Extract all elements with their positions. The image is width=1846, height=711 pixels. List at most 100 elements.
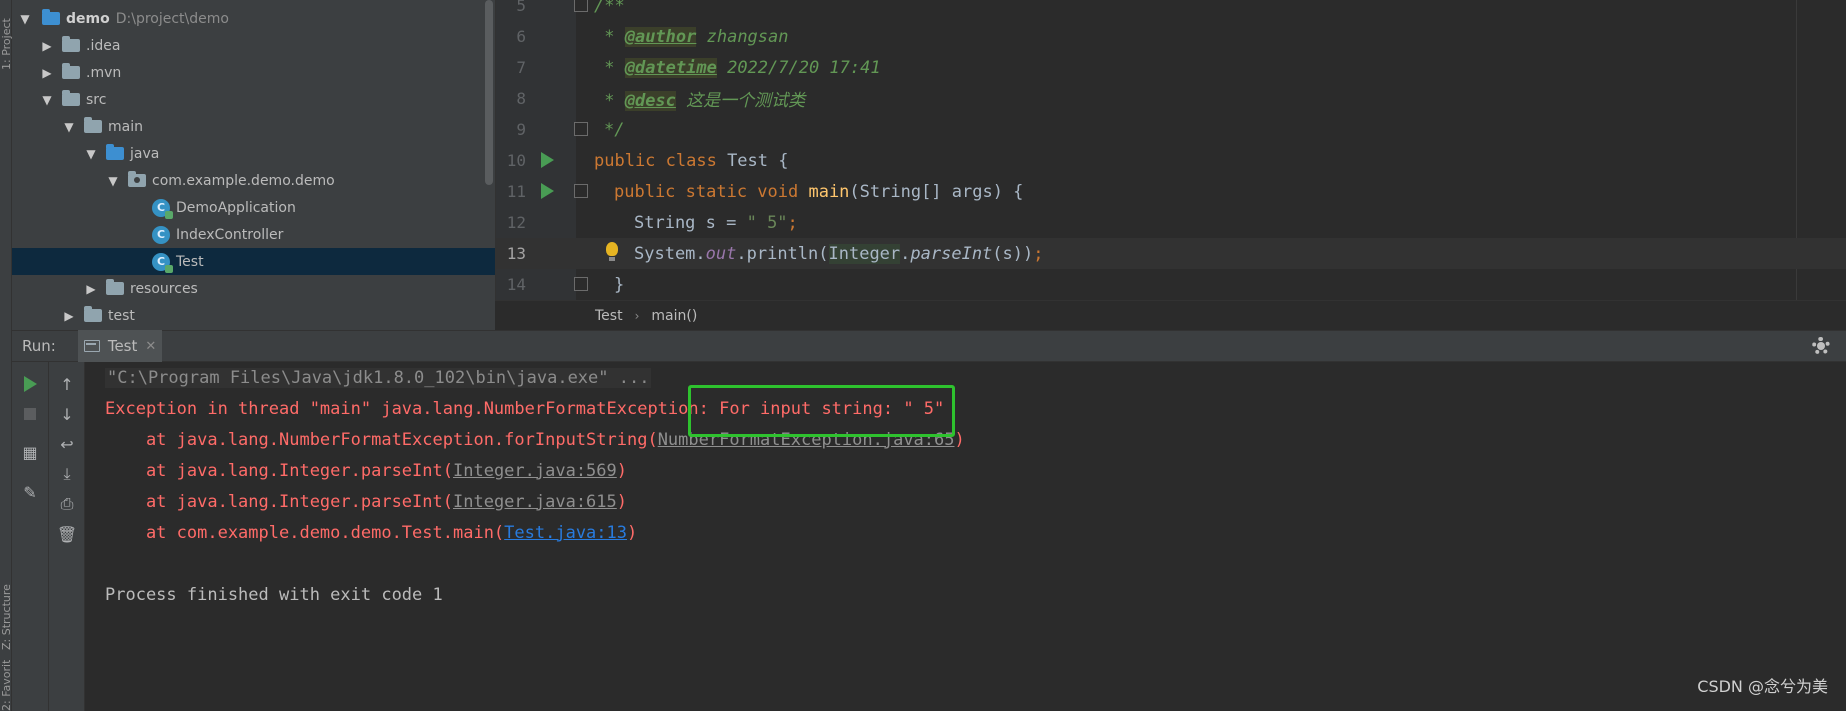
code-line-12[interactable]: 12 String s = " 5";: [496, 207, 1846, 238]
chevron-right-icon[interactable]: ▶: [40, 66, 54, 80]
gear-icon[interactable]: [1812, 337, 1830, 355]
rerun-button[interactable]: [20, 374, 40, 394]
fold-marker-icon[interactable]: [574, 184, 588, 198]
chevron-right-icon[interactable]: ▶: [84, 282, 98, 296]
chevron-down-icon[interactable]: ▼: [18, 12, 32, 26]
command-text[interactable]: "C:\Program Files\Java\jdk1.8.0_102\bin\…: [105, 367, 652, 388]
tree-scrollbar[interactable]: [485, 0, 493, 185]
chevron-down-icon[interactable]: ▼: [84, 147, 98, 161]
stop-icon: [24, 408, 36, 420]
tree-item-main[interactable]: ▼ main: [12, 113, 495, 140]
keyword: public static void: [614, 181, 809, 202]
tree-item-resources[interactable]: ▶ resources: [12, 275, 495, 302]
chevron-down-icon[interactable]: ▼: [106, 174, 120, 188]
console-line-trace: at java.lang.Integer.parseInt(Integer.ja…: [105, 455, 627, 486]
code-line-11[interactable]: 11 public static void main(String[] args…: [496, 176, 1846, 207]
javadoc-text: zhangsan: [696, 26, 789, 47]
tree-item-label: .idea: [86, 37, 121, 54]
semicolon: ;: [787, 212, 798, 233]
tree-item-mvn[interactable]: ▶ .mvn: [12, 59, 495, 86]
trace-text: ): [616, 460, 628, 481]
tree-item-package[interactable]: ▼ com.example.demo.demo: [12, 167, 495, 194]
code-line-9[interactable]: 9 */: [496, 114, 1846, 145]
tree-item-label: Test: [176, 253, 204, 270]
javadoc-tag: @datetime: [624, 57, 717, 78]
folder-icon: [84, 306, 102, 322]
class-icon: C: [152, 225, 170, 244]
print-button[interactable]: ⎙: [57, 494, 77, 514]
code-text: {: [768, 150, 789, 171]
tree-root-path: D:\project\demo: [115, 10, 229, 27]
code-text: }: [614, 274, 625, 295]
fold-marker-icon[interactable]: [574, 122, 588, 136]
close-icon[interactable]: ✕: [145, 339, 156, 354]
chevron-down-icon[interactable]: ▼: [62, 120, 76, 134]
trace-link[interactable]: Integer.java:569: [453, 461, 617, 481]
tree-root-label: demo: [66, 10, 110, 27]
project-tree: ▼ demo D:\project\demo ▶ .idea ▶ .mvn ▼ …: [12, 0, 495, 330]
tree-item-test-folder[interactable]: ▶ test: [12, 302, 495, 329]
fold-marker-icon[interactable]: [574, 0, 588, 12]
breadcrumb-item-method[interactable]: main(): [651, 308, 697, 324]
favorites-tool-label[interactable]: 2: Favorites: [0, 660, 12, 711]
tree-item-index-controller[interactable]: C IndexController: [12, 221, 495, 248]
clear-all-button[interactable]: 🗑: [57, 524, 77, 544]
tree-item-test[interactable]: C Test: [12, 248, 495, 275]
breadcrumb-item-class[interactable]: Test: [595, 308, 623, 324]
tree-item-idea[interactable]: ▶ .idea: [12, 32, 495, 59]
tree-item-src[interactable]: ▼ src: [12, 86, 495, 113]
tree-item-demo-application[interactable]: C DemoApplication: [12, 194, 495, 221]
down-stack-button[interactable]: ↓: [57, 404, 77, 424]
tree-item-label: com.example.demo.demo: [152, 172, 335, 189]
doc-prefix: *: [594, 57, 625, 78]
chevron-right-icon[interactable]: ▶: [40, 39, 54, 53]
run-tab-test[interactable]: Test ✕: [77, 330, 163, 362]
code-editor[interactable]: 5 /** 6 * @author zhangsan 7 * @datetime…: [495, 0, 1846, 300]
code-line-7[interactable]: 7 * @datetime 2022/7/20 17:41: [496, 52, 1846, 83]
chevron-right-icon[interactable]: ▶: [62, 309, 76, 323]
tree-item-label: src: [86, 91, 107, 108]
code-line-6[interactable]: 6 * @author zhangsan: [496, 21, 1846, 52]
structure-tool-label[interactable]: Z: Structure: [0, 560, 12, 650]
trace-text: ): [627, 522, 638, 543]
trace-link[interactable]: Test.java:13: [504, 523, 627, 543]
trace-link[interactable]: Integer.java:615: [453, 492, 617, 512]
fold-marker-icon[interactable]: [574, 277, 588, 291]
trace-text: at java.lang.Integer.parseInt(: [105, 491, 453, 512]
run-gutter-icon[interactable]: [541, 183, 554, 199]
tree-root[interactable]: ▼ demo D:\project\demo: [12, 5, 495, 32]
folder-icon: [62, 36, 80, 52]
up-stack-button[interactable]: ↑: [57, 374, 77, 394]
line-number: 13: [506, 244, 526, 263]
project-tool-label[interactable]: 1: Project: [0, 0, 12, 70]
chevron-down-icon[interactable]: ▼: [40, 93, 54, 107]
code-line-5[interactable]: 5 /**: [496, 0, 1846, 21]
code-line-10[interactable]: 10 public class Test {: [496, 145, 1846, 176]
pin-tab-button[interactable]: ✎: [20, 482, 40, 502]
code-line-14[interactable]: 14 }: [496, 269, 1846, 300]
code-line-8[interactable]: 8 * @desc 这是一个测试类: [496, 83, 1846, 114]
string-literal: " 5": [746, 212, 788, 233]
line-number: 10: [506, 151, 526, 170]
folder-icon: [62, 63, 80, 79]
trace-text: at java.lang.Integer.parseInt(: [105, 460, 453, 481]
console-output[interactable]: "C:\Program Files\Java\jdk1.8.0_102\bin\…: [85, 362, 1846, 711]
tree-item-label: .mvn: [86, 64, 122, 81]
stop-button[interactable]: [20, 404, 40, 424]
run-gutter-icon[interactable]: [541, 152, 554, 168]
lightbulb-icon[interactable]: [606, 242, 618, 261]
code-line-13[interactable]: 13 System.out.println(Integer.parseInt(s…: [496, 238, 1846, 269]
line-number: 9: [516, 120, 526, 139]
restore-layout-button[interactable]: ▦: [20, 442, 40, 462]
play-icon: [23, 376, 37, 392]
static-field: out: [705, 243, 737, 264]
spring-class-icon: C: [152, 198, 173, 219]
javadoc-text: 2022/7/20 17:41: [716, 57, 881, 78]
javadoc-text: 这是一个测试类: [675, 91, 806, 111]
resources-folder-icon: [106, 279, 124, 295]
tree-item-java[interactable]: ▼ java: [12, 140, 495, 167]
soft-wrap-button[interactable]: ↩: [57, 434, 77, 454]
code-text: (String[] args) {: [849, 181, 1024, 202]
line-number: 14: [506, 275, 526, 294]
scroll-to-end-button[interactable]: ⤓: [57, 464, 77, 484]
